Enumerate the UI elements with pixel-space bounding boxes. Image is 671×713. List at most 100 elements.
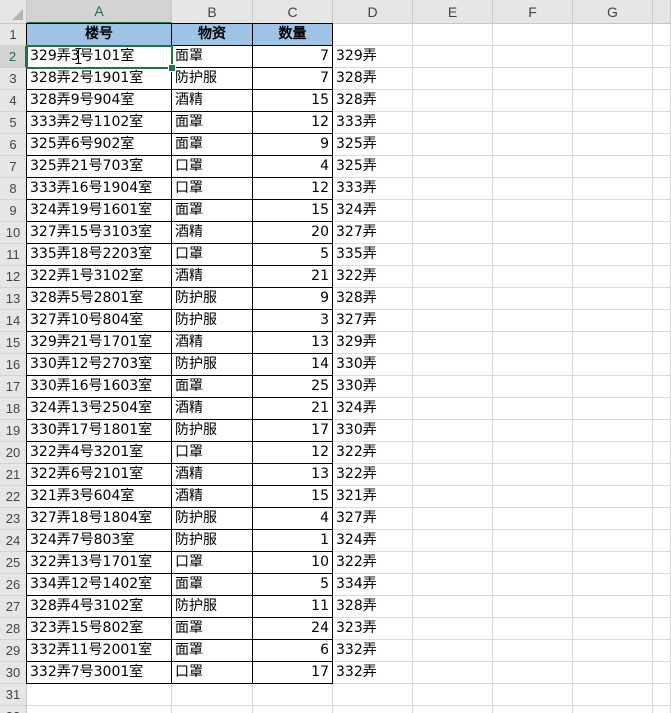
empty-cell[interactable]	[653, 288, 671, 310]
empty-cell[interactable]	[413, 178, 493, 200]
empty-cell[interactable]	[493, 332, 573, 354]
empty-cell[interactable]	[493, 618, 573, 640]
empty-cell[interactable]	[413, 706, 493, 713]
cell-c6[interactable]: 9	[253, 134, 333, 156]
cell-b6[interactable]: 面罩	[172, 134, 253, 156]
cell-b2[interactable]: 面罩	[172, 46, 253, 68]
empty-cell[interactable]	[413, 134, 493, 156]
cell-d21[interactable]: 322弄	[333, 464, 413, 486]
empty-cell[interactable]	[653, 618, 671, 640]
empty-cell[interactable]	[413, 530, 493, 552]
empty-cell[interactable]	[653, 398, 671, 420]
cell-c3[interactable]: 7	[253, 68, 333, 90]
empty-cell[interactable]	[573, 332, 653, 354]
cell-c20[interactable]: 12	[253, 442, 333, 464]
empty-cell[interactable]	[413, 618, 493, 640]
empty-cell[interactable]	[653, 200, 671, 222]
cell-a25[interactable]: 322弄13号1701室	[26, 552, 172, 574]
empty-cell[interactable]	[413, 46, 493, 68]
cell-b30[interactable]: 口罩	[172, 662, 253, 684]
cell-d15[interactable]: 329弄	[333, 332, 413, 354]
empty-cell[interactable]	[493, 596, 573, 618]
cell-a27[interactable]: 328弄4号3102室	[26, 596, 172, 618]
empty-cell[interactable]	[653, 530, 671, 552]
cell-d19[interactable]: 330弄	[333, 420, 413, 442]
cell-d27[interactable]: 328弄	[333, 596, 413, 618]
empty-cell[interactable]	[413, 398, 493, 420]
empty-cell[interactable]	[573, 244, 653, 266]
cell-d18[interactable]: 324弄	[333, 398, 413, 420]
empty-cell[interactable]	[573, 266, 653, 288]
cell-c12[interactable]: 21	[253, 266, 333, 288]
cell-b18[interactable]: 酒精	[172, 398, 253, 420]
empty-cell[interactable]	[573, 398, 653, 420]
row-header-14[interactable]: 14	[0, 310, 27, 332]
cell-d4[interactable]: 328弄	[333, 90, 413, 112]
cell-b27[interactable]: 防护服	[172, 596, 253, 618]
empty-cell[interactable]	[413, 486, 493, 508]
empty-cell[interactable]	[333, 706, 413, 713]
column-header-f[interactable]: F	[493, 0, 573, 24]
column-header-d[interactable]: D	[333, 0, 413, 24]
row-header-6[interactable]: 6	[0, 134, 27, 156]
cell-d5[interactable]: 333弄	[333, 112, 413, 134]
empty-cell[interactable]	[413, 662, 493, 684]
empty-cell[interactable]	[573, 618, 653, 640]
row-header-24[interactable]: 24	[0, 530, 27, 552]
empty-cell[interactable]	[653, 508, 671, 530]
column-header-e[interactable]: E	[413, 0, 493, 24]
cell-a6[interactable]: 325弄6号902室	[26, 134, 172, 156]
empty-cell[interactable]	[172, 684, 253, 706]
empty-cell[interactable]	[413, 552, 493, 574]
cell-b24[interactable]: 防护服	[172, 530, 253, 552]
row-header-13[interactable]: 13	[0, 288, 27, 310]
empty-cell[interactable]	[413, 112, 493, 134]
cell-c16[interactable]: 14	[253, 354, 333, 376]
cell-c30[interactable]: 17	[253, 662, 333, 684]
empty-cell[interactable]	[653, 332, 671, 354]
cell-b15[interactable]: 酒精	[172, 332, 253, 354]
empty-cell[interactable]	[493, 662, 573, 684]
empty-cell[interactable]	[493, 420, 573, 442]
header-cell-b[interactable]: 物资	[172, 23, 253, 46]
empty-cell[interactable]	[413, 376, 493, 398]
row-header-26[interactable]: 26	[0, 574, 27, 596]
cell-b19[interactable]: 防护服	[172, 420, 253, 442]
empty-cell[interactable]	[653, 442, 671, 464]
empty-cell[interactable]	[653, 486, 671, 508]
empty-cell[interactable]	[413, 90, 493, 112]
cell-c29[interactable]: 6	[253, 640, 333, 662]
row-header-18[interactable]: 18	[0, 398, 27, 420]
cell-d28[interactable]: 323弄	[333, 618, 413, 640]
empty-cell[interactable]	[573, 420, 653, 442]
cell-b13[interactable]: 防护服	[172, 288, 253, 310]
cell-a4[interactable]: 328弄9号904室	[26, 90, 172, 112]
cell-a29[interactable]: 332弄11号2001室	[26, 640, 172, 662]
row-header-8[interactable]: 8	[0, 178, 27, 200]
cell-a8[interactable]: 333弄16号1904室	[26, 178, 172, 200]
cell-d16[interactable]: 330弄	[333, 354, 413, 376]
row-header-4[interactable]: 4	[0, 90, 27, 112]
header-cell-c[interactable]: 数量	[253, 23, 333, 46]
cell-a24[interactable]: 324弄7号803室	[26, 530, 172, 552]
cell-a3[interactable]: 328弄2号1901室	[26, 68, 172, 90]
cell-d29[interactable]: 332弄	[333, 640, 413, 662]
cell-b17[interactable]: 面罩	[172, 376, 253, 398]
cell-b10[interactable]: 酒精	[172, 222, 253, 244]
empty-cell[interactable]	[253, 706, 333, 713]
empty-cell[interactable]	[493, 464, 573, 486]
empty-cell[interactable]	[653, 596, 671, 618]
cell-c9[interactable]: 15	[253, 200, 333, 222]
empty-cell[interactable]	[573, 552, 653, 574]
row-header-11[interactable]: 11	[0, 244, 27, 266]
cell-c15[interactable]: 13	[253, 332, 333, 354]
cell-a30[interactable]: 332弄7号3001室	[26, 662, 172, 684]
cell-a12[interactable]: 322弄1号3102室	[26, 266, 172, 288]
empty-cell[interactable]	[493, 486, 573, 508]
cell-d10[interactable]: 327弄	[333, 222, 413, 244]
empty-cell[interactable]	[493, 68, 573, 90]
empty-cell[interactable]	[413, 442, 493, 464]
cell-b28[interactable]: 面罩	[172, 618, 253, 640]
cell-a22[interactable]: 321弄3号604室	[26, 486, 172, 508]
cell-d20[interactable]: 322弄	[333, 442, 413, 464]
